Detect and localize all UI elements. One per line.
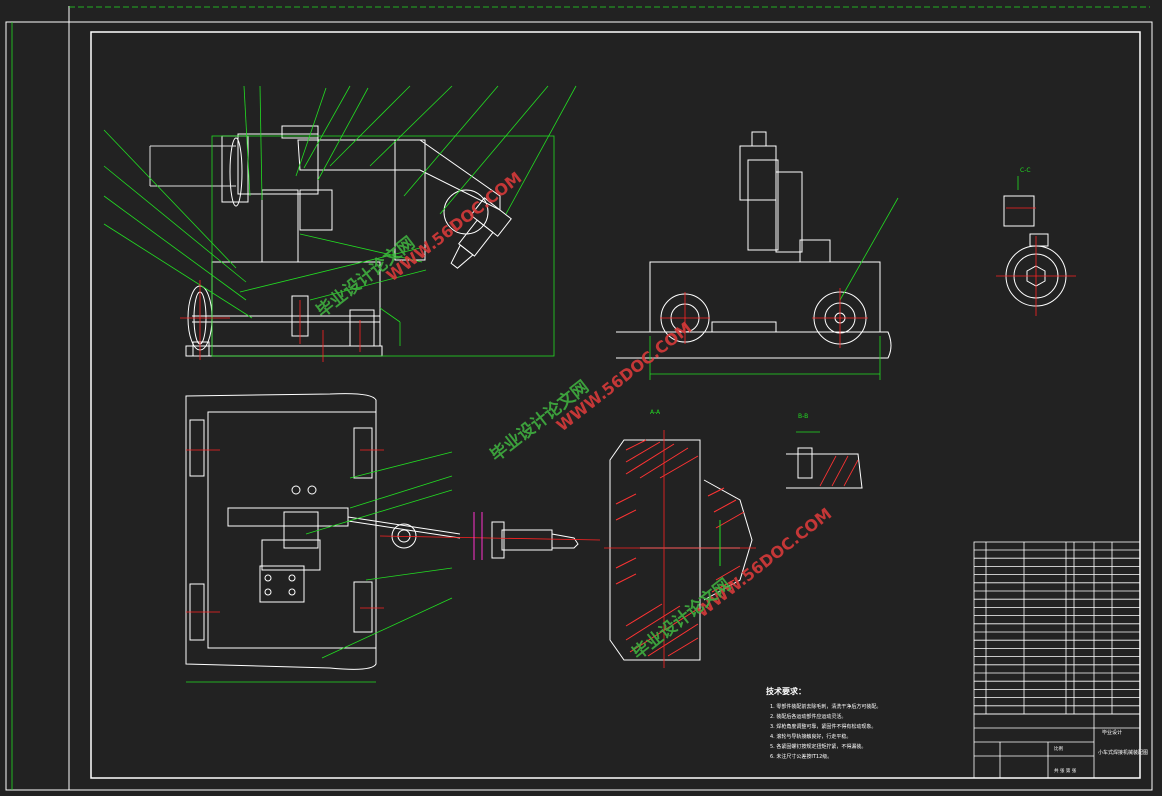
watermark-cn: 毕业设计论文网 bbox=[628, 574, 735, 664]
side-view bbox=[616, 131, 892, 359]
note-item: 1. 零部件装配前去除毛刺，清洗干净后方可装配。 bbox=[770, 703, 881, 710]
section-label-c: C-C bbox=[1020, 167, 1031, 174]
technical-notes: 技术要求： 1. 零部件装配前去除毛刺，清洗干净后方可装配。 2. 装配后各运动… bbox=[766, 686, 881, 760]
wheel-detail-centers bbox=[996, 207, 1076, 316]
wheel-top-left bbox=[189, 419, 205, 477]
note-item: 5. 各紧固螺钉按规定扭矩拧紧，不得漏装。 bbox=[770, 743, 866, 750]
torch-top bbox=[501, 529, 553, 551]
watermark-url: WWW.56DOC.COM bbox=[383, 168, 525, 285]
top-view-outline bbox=[185, 393, 377, 670]
column-base-top bbox=[259, 565, 305, 603]
note-item: 6. 未注尺寸公差按IT12级。 bbox=[770, 753, 832, 760]
watermarks: WWW.56DOC.COM 毕业设计论文网 WWW.56DOC.COM 毕业设计… bbox=[312, 168, 835, 664]
note-item: 4. 滚轮与导轨接触良好，行走平稳。 bbox=[770, 733, 851, 740]
detail-b-hatch bbox=[819, 455, 859, 487]
torch-arm-top bbox=[227, 507, 349, 527]
side-view-centers bbox=[660, 288, 868, 348]
side-view-dims bbox=[649, 197, 899, 380]
drawing-name: 小车式焊接机械装配图 bbox=[1098, 749, 1148, 756]
detail-b-view bbox=[786, 447, 863, 489]
sheet-label: 共 张 第 张 bbox=[1054, 767, 1077, 774]
wheel-detail-view bbox=[1003, 195, 1067, 307]
section-label-b: B-B bbox=[798, 413, 808, 420]
scale-label: 比例 bbox=[1054, 745, 1063, 752]
base-plate bbox=[185, 345, 383, 357]
parts-list bbox=[973, 541, 1141, 715]
cad-drawing-canvas: C-C A-A B-B 技术要求： 1. 零部件装配前去除毛刺，清洗干净后方可装… bbox=[5, 6, 1153, 791]
watermark-url: WWW.56DOC.COM bbox=[553, 318, 695, 435]
section-label-a: A-A bbox=[650, 409, 661, 416]
note-item: 2. 装配后各运动部件应运动灵活。 bbox=[770, 713, 846, 720]
break-marks bbox=[473, 512, 483, 560]
notes-title: 技术要求： bbox=[766, 686, 806, 696]
column bbox=[261, 189, 299, 263]
company-name: 毕业设计 bbox=[1102, 729, 1122, 736]
note-item: 3. 焊枪角度调整可靠，紧固件不得有松动现象。 bbox=[770, 723, 876, 730]
support-arm bbox=[297, 139, 501, 211]
